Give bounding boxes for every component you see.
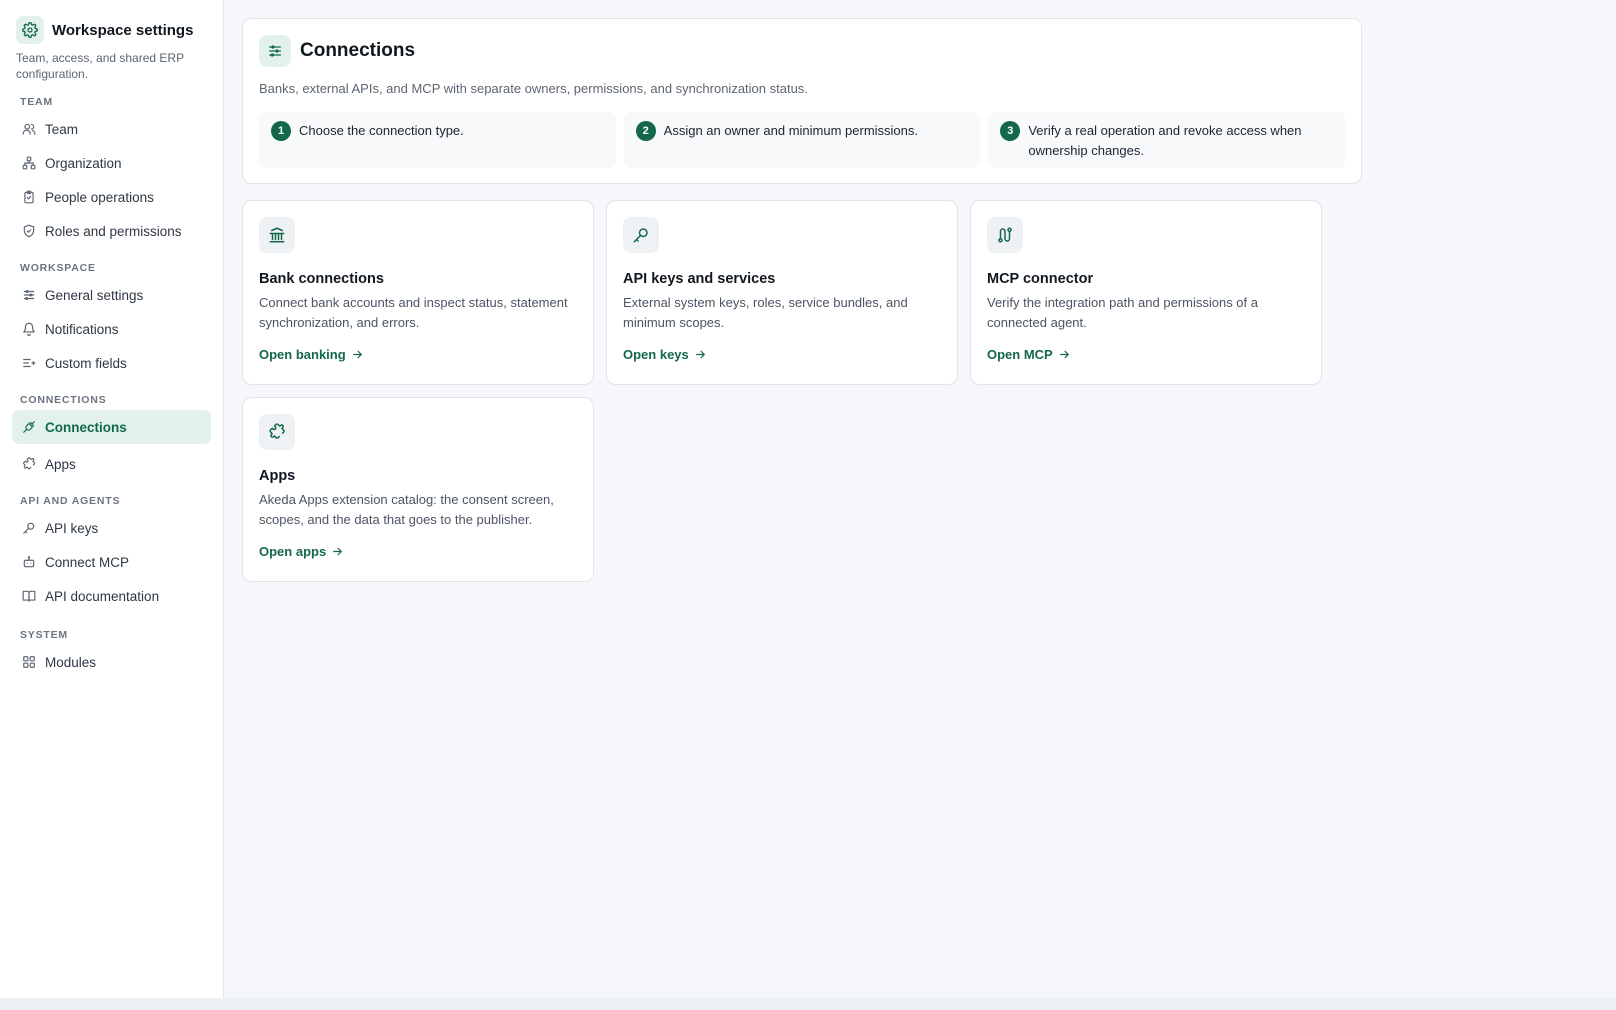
link-label: Open MCP	[987, 347, 1053, 362]
steps-list: 1 Choose the connection type. 2 Assign a…	[259, 112, 1346, 168]
step-number: 3	[1000, 121, 1021, 141]
sidebar-item-label: Organization	[45, 155, 122, 171]
sliders-icon	[259, 35, 291, 67]
sidebar-item-label: Team	[45, 121, 79, 137]
sidebar-header: Workspace settings	[12, 16, 211, 44]
sidebar-item-label: API documentation	[45, 588, 160, 604]
sidebar-item-label: Notifications	[45, 321, 119, 337]
sidebar-item-modules[interactable]: Modules	[12, 645, 211, 679]
sidebar-item-connections[interactable]: Connections	[12, 410, 211, 444]
horizontal-scrollbar-track[interactable]	[0, 998, 1616, 1010]
sidebar-item-label: API keys	[45, 520, 99, 536]
apps-card: Apps Akeda Apps extension catalog: the c…	[242, 397, 594, 582]
step-item: 2 Assign an owner and minimum permission…	[623, 112, 981, 168]
api-keys-card: API keys and services External system ke…	[606, 200, 958, 385]
link-label: Open keys	[623, 347, 689, 362]
bank-connections-card: Bank connections Connect bank accounts a…	[242, 200, 594, 385]
sliders-icon	[22, 288, 36, 302]
page-description: Banks, external APIs, and MCP with separ…	[259, 81, 808, 96]
section-label-system: SYSTEM	[20, 629, 68, 641]
card-title: API keys and services	[623, 271, 776, 287]
sidebar-subtitle: Team, access, and shared ERP configurati…	[16, 51, 184, 81]
plug-icon	[22, 420, 36, 434]
step-text: Choose the connection type.	[299, 123, 464, 138]
open-apps-link[interactable]: Open apps	[259, 544, 344, 559]
step-number: 2	[635, 121, 656, 141]
sidebar-item-label: Apps	[45, 456, 76, 472]
key-icon	[22, 521, 36, 535]
sidebar-item-api-keys[interactable]: API keys	[12, 511, 211, 545]
section-label-api-and-agents: API AND AGENTS	[20, 495, 121, 507]
sidebar-item-notifications[interactable]: Notifications	[12, 312, 211, 346]
org-chart-icon	[22, 156, 36, 170]
custom-fields-icon	[22, 356, 36, 370]
step-item: 1 Choose the connection type.	[259, 112, 616, 168]
route-icon	[987, 217, 1023, 253]
step-text: Verify a real operation and revoke acces…	[1028, 123, 1302, 158]
sidebar-item-connect-mcp[interactable]: Connect MCP	[12, 545, 211, 579]
sidebar-item-label: Connect MCP	[45, 554, 130, 570]
sidebar: Workspace settings Team, access, and sha…	[0, 0, 224, 998]
puzzle-icon	[22, 457, 36, 471]
connections-header-panel: Connections Banks, external APIs, and MC…	[242, 18, 1362, 184]
step-item: 3 Verify a real operation and revoke acc…	[988, 112, 1346, 168]
sidebar-item-custom-fields[interactable]: Custom fields	[12, 346, 211, 380]
card-title: Apps	[259, 468, 296, 484]
key-icon	[623, 217, 659, 253]
step-text: Assign an owner and minimum permissions.	[663, 123, 918, 138]
card-title: Bank connections	[259, 271, 384, 287]
arrow-right-icon	[352, 350, 362, 359]
card-description: External system keys, roles, service bun…	[623, 295, 908, 330]
mcp-connector-card: MCP connector Verify the integration pat…	[970, 200, 1322, 385]
bank-icon	[259, 217, 295, 253]
sidebar-item-team[interactable]: Team	[12, 112, 211, 146]
clipboard-icon	[22, 190, 36, 204]
sidebar-item-people-operations[interactable]: People operations	[12, 180, 211, 214]
link-label: Open apps	[259, 544, 327, 559]
arrow-right-icon	[695, 350, 705, 359]
bell-icon	[22, 322, 36, 336]
section-label-team: TEAM	[20, 96, 53, 108]
sidebar-item-api-documentation[interactable]: API documentation	[12, 579, 211, 613]
open-banking-link[interactable]: Open banking	[259, 347, 364, 362]
arrow-right-icon	[1059, 350, 1069, 359]
section-label-connections: CONNECTIONS	[20, 394, 107, 406]
step-number: 1	[271, 121, 291, 141]
page-title: Connections	[300, 40, 416, 61]
sidebar-item-label: Connections	[45, 419, 127, 435]
card-title: MCP connector	[987, 271, 1094, 287]
sidebar-item-label: Custom fields	[45, 355, 127, 371]
section-label-workspace: WORKSPACE	[20, 262, 96, 274]
modules-icon	[22, 655, 36, 669]
open-keys-link[interactable]: Open keys	[623, 347, 707, 362]
sidebar-item-label: General settings	[45, 287, 144, 303]
sidebar-item-label: People operations	[45, 189, 154, 205]
sidebar-item-apps[interactable]: Apps	[12, 447, 211, 481]
puzzle-icon	[259, 414, 295, 450]
sidebar-item-label: Roles and permissions	[45, 223, 182, 239]
sidebar-item-organization[interactable]: Organization	[12, 146, 211, 180]
arrow-right-icon	[333, 547, 343, 556]
gear-icon	[16, 16, 44, 44]
sidebar-item-roles-and-permissions[interactable]: Roles and permissions	[12, 214, 211, 248]
bot-icon	[22, 555, 36, 569]
sidebar-title: Workspace settings	[52, 21, 194, 39]
card-description: Verify the integration path and permissi…	[987, 295, 1258, 330]
card-description: Connect bank accounts and inspect status…	[259, 295, 568, 330]
card-description: Akeda Apps extension catalog: the consen…	[259, 492, 554, 527]
sidebar-item-general-settings[interactable]: General settings	[12, 278, 211, 312]
shield-icon	[22, 224, 36, 238]
users-icon	[22, 122, 36, 136]
open-mcp-link[interactable]: Open MCP	[987, 347, 1071, 362]
link-label: Open banking	[259, 347, 346, 362]
book-icon	[22, 589, 36, 603]
sidebar-item-label: Modules	[45, 654, 97, 670]
